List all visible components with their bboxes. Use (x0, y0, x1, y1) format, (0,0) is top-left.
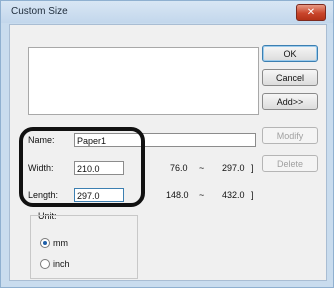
cancel-button[interactable]: Cancel (262, 69, 318, 86)
radio-mm-label[interactable]: mm (53, 238, 68, 248)
delete-button[interactable]: Delete (262, 155, 318, 172)
width-range-max: 297.0 (222, 163, 245, 173)
width-range-close: ] (251, 163, 254, 173)
length-range-max: 432.0 (222, 190, 245, 200)
modify-button[interactable]: Modify (262, 127, 318, 144)
title-bar: Custom Size ✕ (1, 1, 333, 23)
radio-mm[interactable] (40, 238, 50, 248)
paper-list-box[interactable] (28, 47, 259, 115)
radio-inch-label[interactable]: inch (53, 259, 70, 269)
length-range-sep: ~ (199, 190, 205, 200)
length-range-min: 148.0 (166, 190, 189, 200)
add-button[interactable]: Add>> (262, 93, 318, 110)
radio-inch[interactable] (40, 259, 50, 269)
highlight-outline (19, 127, 145, 207)
length-range-close: ] (251, 190, 254, 200)
custom-size-dialog: Custom Size ✕ OK Cancel Add>> Modify Del… (0, 0, 334, 288)
close-button[interactable]: ✕ (296, 4, 326, 21)
width-range-min: 76.0 (170, 163, 188, 173)
dialog-body: OK Cancel Add>> Modify Delete Name: Pape… (9, 24, 327, 281)
ok-button[interactable]: OK (262, 45, 318, 62)
radio-selected-dot (43, 241, 47, 245)
width-range-sep: ~ (199, 163, 205, 173)
window-title: Custom Size (11, 6, 68, 17)
